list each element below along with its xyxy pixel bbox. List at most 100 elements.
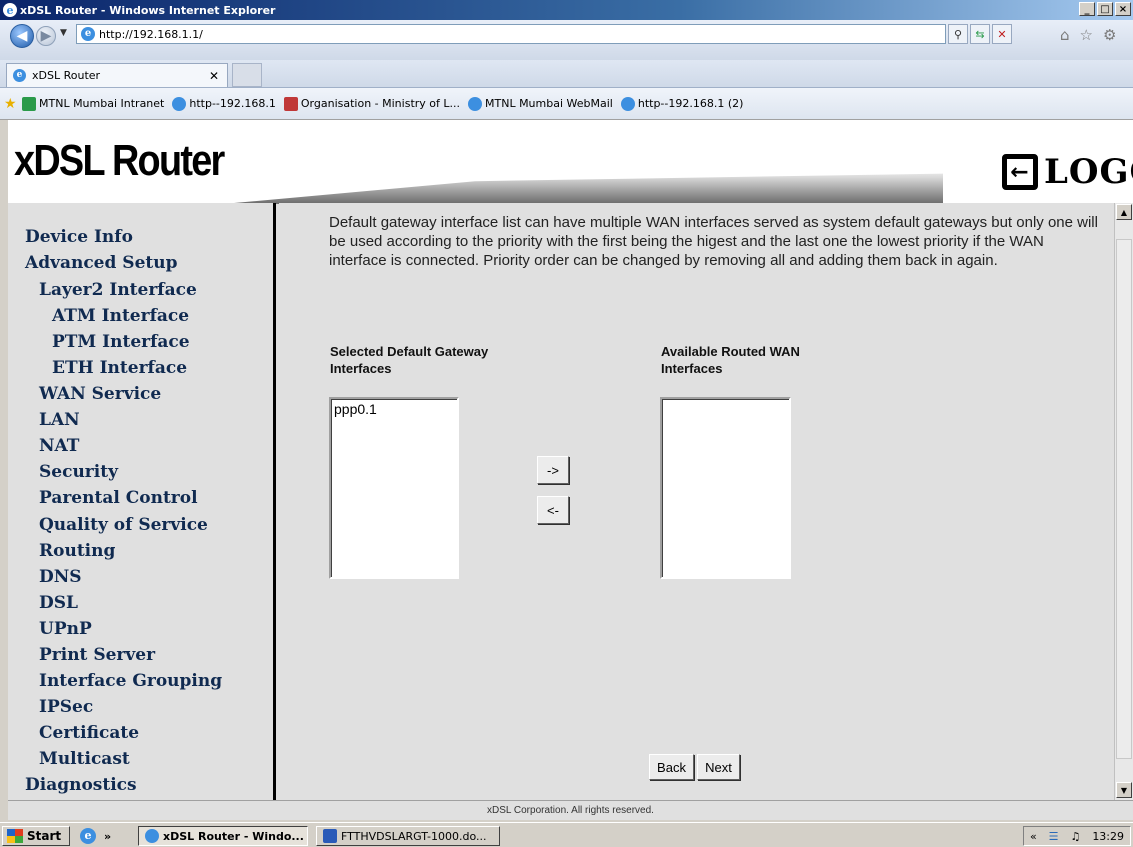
available-wan-heading: Available Routed WAN Interfaces xyxy=(661,344,800,376)
move-right-button[interactable]: -> xyxy=(537,456,569,484)
window-title: xDSL Router - Windows Internet Explorer xyxy=(20,3,276,17)
list-item[interactable]: ppp0.1 xyxy=(334,401,454,417)
taskbar-task-ie[interactable]: xDSL Router - Windo... xyxy=(138,826,308,846)
forward-button[interactable]: ▶ xyxy=(36,26,56,46)
selected-gateways-listbox[interactable]: ppp0.1 xyxy=(329,397,459,579)
selected-gateways-heading: Selected Default Gateway Interfaces xyxy=(330,344,489,376)
ie-quicklaunch-icon[interactable]: e xyxy=(80,828,96,844)
sidebar-item-ipsec[interactable]: IPSec xyxy=(39,697,93,717)
sidebar-item-security[interactable]: Security xyxy=(39,462,118,482)
clock: 13:29 xyxy=(1092,829,1125,843)
sidebar-item-advanced-setup[interactable]: Advanced Setup xyxy=(25,253,178,273)
start-button[interactable]: Start xyxy=(2,826,70,846)
tab-row: e xDSL Router ✕ xyxy=(0,60,1133,88)
move-left-button[interactable]: <- xyxy=(537,496,569,524)
favorites-bar: ★ MTNL Mumbai Intranet http--192.168.1 O… xyxy=(0,88,1133,120)
sidebar-item-quality-of-service[interactable]: Quality of Service xyxy=(39,515,208,535)
close-button[interactable]: × xyxy=(1115,2,1131,16)
favorite-link[interactable]: http--192.168.1 (2) xyxy=(620,96,743,111)
tab-xdsl-router[interactable]: e xDSL Router ✕ xyxy=(6,63,228,87)
favorites-star-icon[interactable]: ☆ xyxy=(1080,26,1093,44)
ie-page-icon xyxy=(172,96,187,111)
task-label: FTTHVDSLARGT-1000.do... xyxy=(341,829,487,843)
address-row: ◀ ▶ ▼ e http://192.168.1.1/ ⚲ ⇆ ✕ ⌂ ☆ ⚙ xyxy=(0,20,1133,60)
windows-flag-icon xyxy=(7,829,23,843)
favorite-link[interactable]: http--192.168.1 xyxy=(172,96,276,111)
sidebar-item-dns[interactable]: DNS xyxy=(39,567,82,587)
sidebar-item-routing[interactable]: Routing xyxy=(39,541,115,561)
scroll-thumb[interactable] xyxy=(1116,239,1132,759)
tab-page-icon: e xyxy=(13,69,26,82)
tab-close-icon[interactable]: ✕ xyxy=(209,69,219,83)
sidebar-item-atm-interface[interactable]: ATM Interface xyxy=(52,306,189,326)
windows-taskbar: Start e » xDSL Router - Windo... FTTHVDS… xyxy=(0,822,1133,847)
logout-label: LOGOUT xyxy=(1044,152,1133,192)
favorite-link[interactable]: MTNL Mumbai WebMail xyxy=(468,96,613,111)
intranet-icon xyxy=(22,96,36,111)
tab-label: xDSL Router xyxy=(32,69,101,82)
main-panel: Default gateway interface list can have … xyxy=(279,203,1113,800)
sidebar-item-interface-grouping[interactable]: Interface Grouping xyxy=(39,671,222,691)
next-button[interactable]: Next xyxy=(697,754,740,780)
task-label: xDSL Router - Windo... xyxy=(163,829,304,843)
system-tray: « ☰ ♫ 13:29 xyxy=(1023,826,1131,846)
taskbar-task-word[interactable]: FTTHVDSLARGT-1000.do... xyxy=(316,826,500,846)
sidebar-item-diagnostics[interactable]: Diagnostics xyxy=(25,775,137,795)
router-banner: xDSL Router ← LOGOUT xyxy=(8,120,1133,204)
word-doc-icon xyxy=(323,829,337,843)
page-content: xDSL Router ← LOGOUT Device Info Advance… xyxy=(8,120,1133,800)
sidebar-item-multicast[interactable]: Multicast xyxy=(39,749,130,769)
back-button[interactable]: ◀ xyxy=(10,24,34,48)
sidebar-item-lan[interactable]: LAN xyxy=(39,410,80,430)
scroll-up-icon[interactable]: ▲ xyxy=(1116,204,1132,220)
sidebar-item-wan-service[interactable]: WAN Service xyxy=(39,384,161,404)
network-icon[interactable]: ☰ xyxy=(1049,830,1059,843)
home-icon[interactable]: ⌂ xyxy=(1060,26,1070,44)
quick-launch: e » xyxy=(80,828,111,844)
compatibility-icon[interactable]: ⇆ xyxy=(970,24,990,44)
emblem-icon xyxy=(283,96,298,111)
address-bar[interactable]: e http://192.168.1.1/ xyxy=(76,24,946,44)
sidebar-item-device-info[interactable]: Device Info xyxy=(25,227,133,247)
sidebar-item-parental-control[interactable]: Parental Control xyxy=(39,488,198,508)
favorites-add-icon[interactable]: ★ xyxy=(4,96,17,112)
page-icon: e xyxy=(81,27,95,41)
available-wan-listbox[interactable] xyxy=(660,397,791,579)
favorite-link[interactable]: Organisation - Ministry of L... xyxy=(283,96,460,111)
footer-copyright: xDSL Corporation. All rights reserved. xyxy=(8,800,1133,820)
sidebar-item-layer2-interface[interactable]: Layer2 Interface xyxy=(39,280,197,300)
maximize-button[interactable]: □ xyxy=(1097,2,1113,16)
minimize-button[interactable]: _ xyxy=(1079,2,1095,16)
sidebar-item-certificate[interactable]: Certificate xyxy=(39,723,139,743)
tray-expand-icon[interactable]: « xyxy=(1030,830,1037,843)
router-logo-title: xDSL Router xyxy=(14,136,225,185)
ie-logo-icon: e xyxy=(3,3,17,17)
sidebar-item-nat[interactable]: NAT xyxy=(39,436,79,456)
start-label: Start xyxy=(27,829,62,843)
sidebar-item-print-server[interactable]: Print Server xyxy=(39,645,155,665)
history-dropdown[interactable]: ▼ xyxy=(60,28,67,38)
page-scrollbar[interactable]: ▲ ▼ xyxy=(1114,203,1133,800)
back-button-form[interactable]: Back xyxy=(649,754,694,780)
sidebar-menu: Device Info Advanced Setup Layer2 Interf… xyxy=(8,203,276,800)
sidebar-item-eth-interface[interactable]: ETH Interface xyxy=(52,358,187,378)
window-title-bar: e xDSL Router - Windows Internet Explore… xyxy=(0,0,1133,20)
address-url: http://192.168.1.1/ xyxy=(99,28,203,41)
favorite-link[interactable]: MTNL Mumbai Intranet xyxy=(22,96,164,111)
logout-icon: ← xyxy=(1002,154,1038,190)
search-icon[interactable]: ⚲ xyxy=(948,24,968,44)
intro-text: Default gateway interface list can have … xyxy=(329,214,1098,269)
scroll-down-icon[interactable]: ▼ xyxy=(1116,782,1132,798)
ie-task-icon xyxy=(145,829,159,843)
gear-icon[interactable]: ⚙ xyxy=(1103,26,1116,44)
sidebar-item-upnp[interactable]: UPnP xyxy=(39,619,92,639)
volume-icon[interactable]: ♫ xyxy=(1070,830,1080,843)
sidebar-item-ptm-interface[interactable]: PTM Interface xyxy=(52,332,190,352)
new-tab-button[interactable] xyxy=(232,63,262,87)
banner-swoosh xyxy=(223,173,943,204)
quicklaunch-more-icon[interactable]: » xyxy=(104,830,111,843)
logout-button[interactable]: ← LOGOUT xyxy=(1002,152,1133,192)
ie-page-icon xyxy=(468,96,482,111)
sidebar-item-dsl[interactable]: DSL xyxy=(39,593,78,613)
stop-icon[interactable]: ✕ xyxy=(992,24,1012,44)
